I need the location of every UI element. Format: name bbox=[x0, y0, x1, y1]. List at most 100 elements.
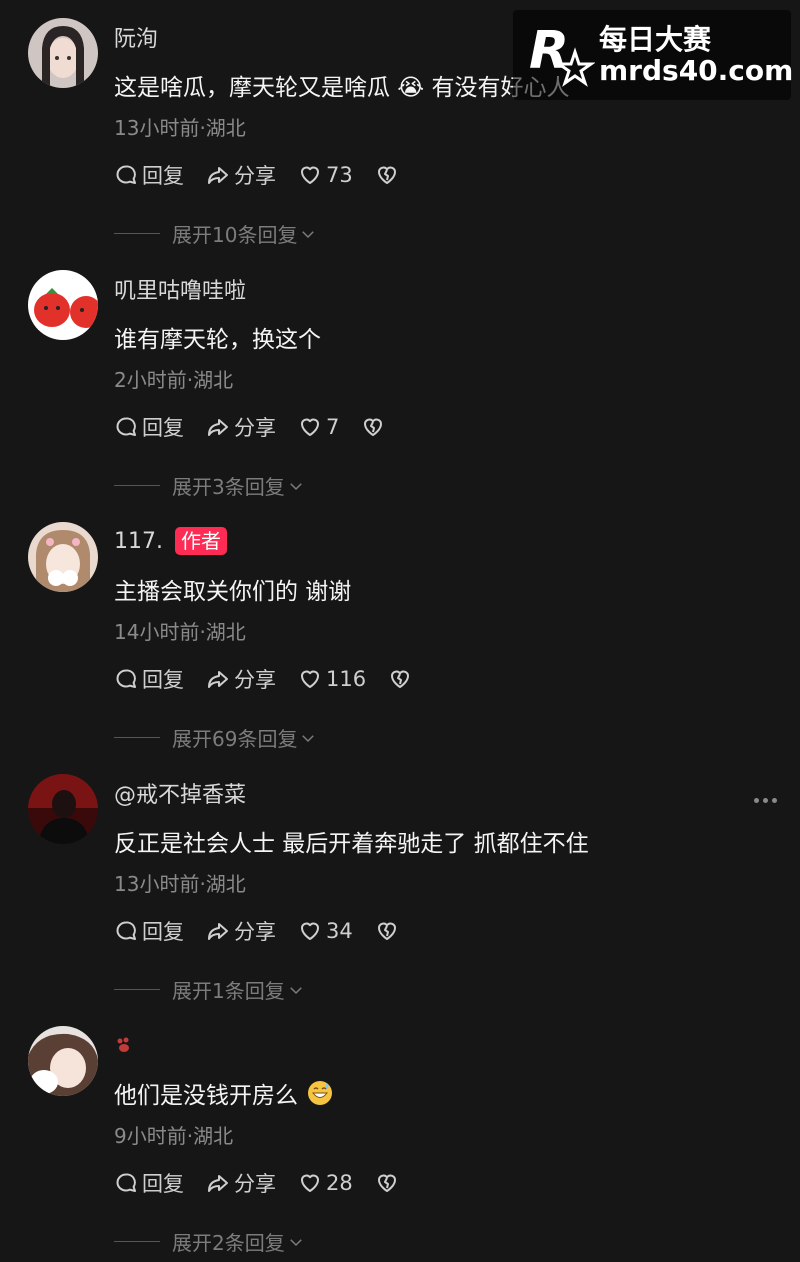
comment-text: 反正是社会人士 最后开着奔驰走了 抓都住不住 bbox=[114, 824, 589, 858]
comment-bubble-icon bbox=[116, 669, 136, 688]
avatar[interactable] bbox=[28, 18, 98, 88]
reply-label: 回复 bbox=[142, 416, 184, 440]
share-button[interactable]: 分享 bbox=[206, 412, 276, 442]
comment-meta: 14小时前·湖北 bbox=[114, 620, 246, 644]
comment-text: 主播会取关你们的 谢谢 bbox=[114, 572, 351, 606]
broken-heart-icon bbox=[391, 670, 410, 688]
share-arrow-icon bbox=[208, 671, 228, 688]
comment-text: 这是啥瓜，摩天轮又是啥瓜 😭 有没有好心人 bbox=[114, 68, 570, 102]
more-dots-icon[interactable] bbox=[754, 790, 782, 810]
comment-meta: 13小时前·湖北 bbox=[114, 116, 246, 140]
broken-heart-icon bbox=[377, 166, 396, 184]
share-label: 分享 bbox=[234, 668, 276, 692]
expand-label: 展开10条回复 bbox=[172, 223, 298, 247]
share-arrow-icon bbox=[208, 923, 228, 940]
reply-label: 回复 bbox=[142, 668, 184, 692]
expand-replies[interactable]: 展开69条回复 bbox=[114, 723, 317, 752]
expand-label: 展开69条回复 bbox=[172, 727, 298, 751]
comment-bubble-icon bbox=[116, 921, 136, 940]
reply-label: 回复 bbox=[142, 920, 184, 944]
expand-replies[interactable]: 展开1条回复 bbox=[114, 975, 305, 1004]
username[interactable]: 叽里咕噜哇啦 bbox=[114, 273, 246, 305]
action-row: 回复 分享 7 bbox=[114, 412, 407, 442]
comment-meta: 2小时前·湖北 bbox=[114, 368, 234, 392]
chevron-down-icon bbox=[289, 482, 302, 490]
comment-meta: 9小时前·湖北 bbox=[114, 1124, 234, 1148]
action-row: 回复 分享 28 bbox=[114, 1168, 421, 1198]
dislike-button[interactable] bbox=[375, 163, 399, 187]
username[interactable]: 阮洵 bbox=[114, 21, 158, 53]
reply-label: 回复 bbox=[142, 164, 184, 188]
share-label: 分享 bbox=[234, 1172, 276, 1196]
reply-button[interactable]: 回复 bbox=[114, 664, 184, 694]
svg-text:R: R bbox=[529, 21, 569, 81]
expand-replies[interactable]: 展开3条回复 bbox=[114, 471, 305, 500]
share-arrow-icon bbox=[208, 419, 228, 436]
avatar[interactable] bbox=[28, 522, 98, 592]
chevron-down-icon bbox=[302, 734, 315, 742]
paw-print-icon bbox=[117, 1037, 129, 1052]
action-row: 回复 分享 34 bbox=[114, 916, 421, 946]
like-count: 73 bbox=[326, 163, 353, 187]
comment-text-content: 他们是没钱开房么 bbox=[114, 1083, 298, 1109]
like-button[interactable]: 34 bbox=[298, 919, 353, 943]
expand-replies[interactable]: 展开2条回复 bbox=[114, 1227, 305, 1256]
username[interactable]: @戒不掉香菜 bbox=[114, 777, 246, 809]
comment-bubble-icon bbox=[116, 1173, 136, 1192]
share-button[interactable]: 分享 bbox=[206, 160, 276, 190]
comment-bubble-icon bbox=[116, 417, 136, 436]
share-button[interactable]: 分享 bbox=[206, 1168, 276, 1198]
chevron-down-icon bbox=[289, 986, 302, 994]
watermark-logo-icon: R bbox=[529, 21, 595, 87]
dislike-button[interactable] bbox=[388, 667, 412, 691]
avatar[interactable] bbox=[28, 1026, 98, 1096]
expand-label: 展开2条回复 bbox=[172, 1231, 285, 1255]
divider bbox=[114, 1241, 160, 1242]
comment-text: 谁有摩天轮，换这个 bbox=[114, 320, 321, 354]
divider bbox=[114, 233, 160, 234]
share-label: 分享 bbox=[234, 920, 276, 944]
dislike-button[interactable] bbox=[375, 919, 399, 943]
username[interactable]: 117. bbox=[114, 529, 163, 554]
like-button[interactable]: 28 bbox=[298, 1171, 353, 1195]
like-count: 34 bbox=[326, 919, 353, 943]
heart-icon bbox=[301, 922, 319, 940]
action-row: 回复 分享 73 bbox=[114, 160, 421, 190]
reply-button[interactable]: 回复 bbox=[114, 160, 184, 190]
comment-bubble-icon bbox=[116, 165, 136, 184]
like-button[interactable]: 116 bbox=[298, 667, 366, 691]
expand-label: 展开3条回复 bbox=[172, 475, 285, 499]
heart-icon bbox=[301, 418, 319, 436]
reply-label: 回复 bbox=[142, 1172, 184, 1196]
share-button[interactable]: 分享 bbox=[206, 916, 276, 946]
like-count: 116 bbox=[326, 667, 367, 691]
avatar[interactable] bbox=[28, 774, 98, 844]
broken-heart-icon bbox=[377, 922, 396, 940]
author-badge: 作者 bbox=[174, 527, 227, 555]
share-label: 分享 bbox=[234, 164, 276, 188]
expand-label: 展开1条回复 bbox=[172, 979, 285, 1003]
dislike-button[interactable] bbox=[361, 415, 385, 439]
avatar[interactable] bbox=[28, 270, 98, 340]
broken-heart-icon bbox=[364, 418, 383, 436]
share-label: 分享 bbox=[234, 416, 276, 440]
chevron-down-icon bbox=[289, 1238, 302, 1246]
divider bbox=[114, 485, 160, 486]
dislike-button[interactable] bbox=[375, 1171, 399, 1195]
chevron-down-icon bbox=[302, 230, 315, 238]
share-arrow-icon bbox=[208, 167, 228, 184]
reply-button[interactable]: 回复 bbox=[114, 412, 184, 442]
heart-icon bbox=[301, 166, 319, 184]
comment-meta: 13小时前·湖北 bbox=[114, 872, 246, 896]
comment-text-content: 主播会取关你们的 谢谢 bbox=[114, 579, 352, 605]
like-button[interactable]: 73 bbox=[298, 163, 353, 187]
broken-heart-icon bbox=[377, 1174, 396, 1192]
like-count: 28 bbox=[326, 1171, 353, 1195]
share-button[interactable]: 分享 bbox=[206, 664, 276, 694]
divider bbox=[114, 989, 160, 990]
reply-button[interactable]: 回复 bbox=[114, 916, 184, 946]
reply-button[interactable]: 回复 bbox=[114, 1168, 184, 1198]
heart-icon bbox=[301, 670, 319, 688]
expand-replies[interactable]: 展开10条回复 bbox=[114, 219, 317, 248]
like-button[interactable]: 7 bbox=[298, 415, 339, 439]
